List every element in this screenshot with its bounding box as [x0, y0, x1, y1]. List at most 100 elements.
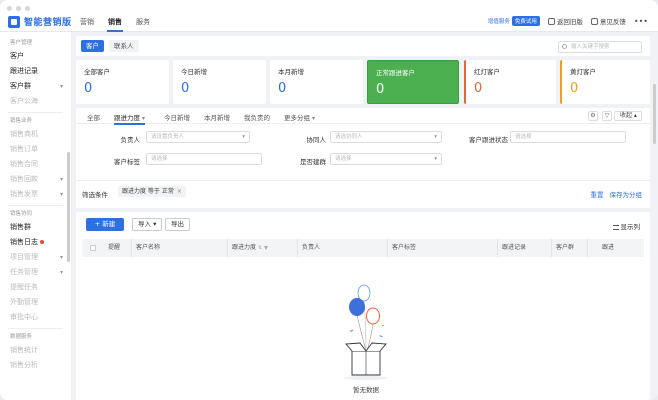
- column-header-reminder[interactable]: 提醒: [104, 239, 132, 257]
- reset-link[interactable]: 重置: [591, 189, 604, 199]
- stat-card-today[interactable]: 今日新增 0: [173, 60, 266, 104]
- stat-card-all[interactable]: 全部客户 0: [76, 60, 169, 104]
- chevron-down-icon: ▾: [59, 254, 63, 261]
- filter-tab-mine[interactable]: 我负责的: [244, 112, 270, 122]
- sidebar-item-sales-stats[interactable]: 销售统计: [0, 343, 71, 358]
- top-nav-marketing[interactable]: 营销: [80, 17, 94, 27]
- chevron-down-icon: ▾: [153, 220, 157, 228]
- sidebar-item-contracts[interactable]: 销售合同: [0, 157, 71, 172]
- filter-chip[interactable]: 跟进力度 等于 正常 ×: [118, 186, 186, 197]
- close-icon[interactable]: ×: [177, 188, 182, 195]
- import-button[interactable]: 导入 ▾: [132, 218, 163, 231]
- sidebar-item-sales-analysis[interactable]: 销售分析: [0, 358, 71, 373]
- sidebar-divider: [8, 112, 63, 113]
- sidebar-item-public-pool[interactable]: 客户公海: [0, 94, 71, 109]
- switch-icon: [547, 17, 555, 25]
- sidebar-item-payments[interactable]: 销售回款 ▾: [0, 172, 71, 187]
- column-header-follow-intensity[interactable]: 跟进力度 ⇅: [228, 239, 298, 257]
- chevron-down-icon: ▾: [59, 191, 63, 198]
- sidebar-item-approvals[interactable]: 审批中心: [0, 310, 71, 325]
- main-scrollbar[interactable]: [653, 84, 656, 144]
- chevron-down-icon: ▾: [434, 156, 437, 162]
- stat-card-red-light[interactable]: 红灯客户 0: [464, 60, 556, 104]
- follow-status-label: 客户跟进状态: [469, 136, 508, 144]
- collaborator-select[interactable]: 请选协同人 ▾: [330, 131, 442, 143]
- save-as-group-link[interactable]: 保存为分组: [610, 189, 643, 199]
- sidebar-item-customer[interactable]: 客户: [0, 49, 71, 64]
- empty-state: 暂无数据: [336, 277, 396, 397]
- select-all-checkbox[interactable]: [90, 245, 96, 251]
- show-columns-button[interactable]: 显示列: [612, 221, 640, 231]
- search-input[interactable]: 输入关键字搜索: [558, 41, 642, 53]
- sidebar-item-invoices[interactable]: 销售发票 ▾: [0, 187, 71, 202]
- sidebar-group-title: 客户管理: [10, 40, 33, 46]
- minimize-window-icon[interactable]: [16, 6, 21, 11]
- sidebar-item-tasks[interactable]: 任务管理 ▾: [0, 265, 71, 280]
- settings-icon[interactable]: ⚙: [588, 111, 598, 121]
- stat-card-yellow-light[interactable]: 黄灯客户 0: [560, 60, 650, 104]
- column-header-follow[interactable]: 跟进: [588, 239, 644, 257]
- app-name: 智能营销版: [24, 18, 72, 28]
- tab-contacts[interactable]: 联系人: [109, 40, 139, 52]
- feedback-icon: [590, 17, 598, 25]
- column-header-customer-tag[interactable]: 客户标签: [388, 239, 498, 257]
- sidebar-item-opportunities[interactable]: 销售商机: [0, 127, 71, 142]
- customer-tag-select[interactable]: 请选择: [146, 153, 262, 165]
- switch-old-version-button[interactable]: 返回旧版: [547, 16, 583, 26]
- app-window: 智能营销版 营销 销售 服务 增值服务 免费试用 返回旧版 意见反馈 ••• 客: [0, 0, 658, 400]
- close-window-icon[interactable]: [7, 6, 12, 11]
- filter-condition-label: 筛选条件: [82, 191, 108, 199]
- sidebar-group-title: 销售业务: [10, 118, 33, 124]
- filter-tabs: 全部 跟进力度 ▾ 今日新增 本月新增 我负责的 更多分组 ▾ ⚙ ▽ 收起 ▴: [76, 108, 650, 125]
- sidebar-item-orders[interactable]: 销售订单: [0, 142, 71, 157]
- table-panel: + 新建 导入 ▾ 导出 显示列 提醒 客户名称 跟进力度 ⇅ 负责人 客户标签 …: [76, 212, 650, 400]
- chevron-down-icon: ▾: [142, 115, 146, 122]
- sidebar-scrollbar[interactable]: [67, 152, 70, 262]
- feedback-button[interactable]: 意见反馈: [590, 16, 626, 26]
- version-badge[interactable]: 增值服务 免费试用: [488, 16, 540, 26]
- column-header-customer-group[interactable]: 客户群: [552, 239, 588, 257]
- filter-tab-follow-intensity[interactable]: 跟进力度 ▾: [114, 112, 146, 125]
- sidebar-group-title: 数据服务: [10, 334, 33, 340]
- sidebar-group-title: 销售协同: [10, 211, 33, 217]
- customer-tag-label: 客户标签: [114, 158, 140, 166]
- main-content: 客户 联系人 输入关键字搜索 全部客户 0 今日新增 0 本月新增 0 正常跟进…: [72, 32, 658, 400]
- maximize-window-icon[interactable]: [25, 6, 30, 11]
- column-header-owner[interactable]: 负责人: [298, 239, 388, 257]
- sidebar-item-sales-group[interactable]: 销售群: [0, 220, 71, 235]
- column-header-follow-records[interactable]: 跟进记录: [498, 239, 552, 257]
- follow-status-select[interactable]: 请选择: [510, 131, 626, 143]
- columns-icon: [612, 224, 619, 230]
- filter-tab-month[interactable]: 本月新增: [204, 112, 230, 122]
- filter-icon[interactable]: ▽: [602, 111, 612, 121]
- filter-tab-today[interactable]: 今日新增: [164, 112, 190, 122]
- sidebar-item-sales-log[interactable]: 销售日志: [0, 235, 71, 250]
- filter-tab-all[interactable]: 全部: [87, 112, 100, 122]
- filter-icon[interactable]: [264, 245, 269, 250]
- top-right-actions: 增值服务 免费试用 返回旧版 意见反馈 •••: [488, 16, 648, 26]
- sidebar-item-field-work[interactable]: 外勤管理: [0, 295, 71, 310]
- sidebar-item-customer-group[interactable]: 客户群 ▾: [0, 79, 71, 94]
- sort-icon[interactable]: ⇅: [258, 245, 262, 251]
- top-bar: 智能营销版 营销 销售 服务 增值服务 免费试用 返回旧版 意见反馈 •••: [0, 0, 658, 32]
- sidebar-item-follow-records[interactable]: 跟进记录: [0, 64, 71, 79]
- filter-actions: 重置 保存为分组: [591, 189, 643, 199]
- more-menu-icon[interactable]: •••: [634, 17, 648, 26]
- stat-card-month[interactable]: 本月新增 0: [270, 60, 363, 104]
- column-header-customer-name[interactable]: 客户名称: [132, 239, 228, 257]
- group-created-label: 是否建群: [300, 158, 326, 166]
- sidebar-item-reminders[interactable]: 提醒任务: [0, 280, 71, 295]
- top-nav-service[interactable]: 服务: [136, 17, 150, 27]
- tab-customer[interactable]: 客户: [81, 40, 104, 52]
- top-nav-sales[interactable]: 销售: [107, 17, 123, 32]
- filter-tab-more-groups[interactable]: 更多分组 ▾: [284, 112, 315, 122]
- sub-tabs: 客户 联系人 输入关键字搜索: [76, 36, 650, 56]
- new-button[interactable]: + 新建: [86, 218, 124, 231]
- collapse-button[interactable]: 收起 ▴: [614, 111, 642, 121]
- owner-select[interactable]: 请设置负责人 ▾: [146, 131, 250, 143]
- sidebar-item-projects[interactable]: 项目管理 ▾: [0, 250, 71, 265]
- chevron-down-icon: ▾: [312, 115, 316, 122]
- export-button[interactable]: 导出: [165, 218, 190, 231]
- stat-card-normal-follow[interactable]: 正常跟进客户 0: [367, 60, 459, 104]
- group-created-select[interactable]: 请选择 ▾: [330, 153, 442, 165]
